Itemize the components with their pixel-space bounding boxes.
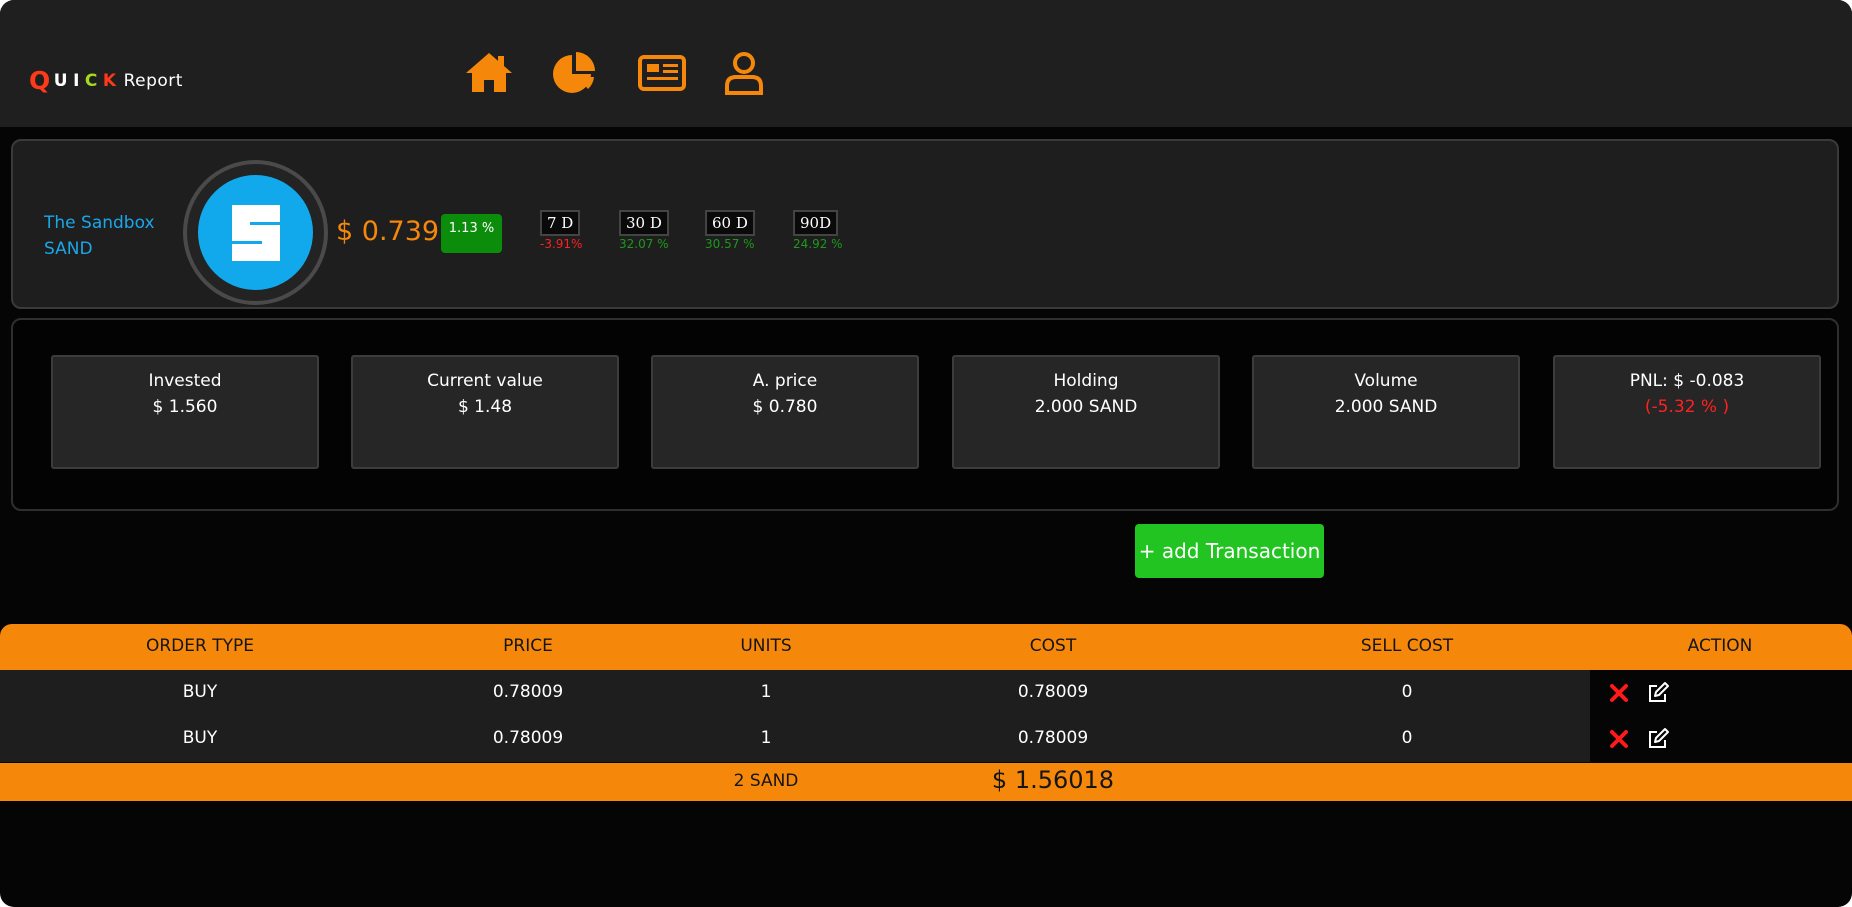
stat-holding: Holding 2.000 SAND: [952, 355, 1220, 469]
stat-label: PNL: $ -0.083: [1629, 371, 1745, 391]
period-90d[interactable]: 90D 24.92 %: [793, 210, 843, 251]
footer-total-units: 2 SAND: [733, 771, 799, 791]
top-navbar: Q U I C K Report: [0, 0, 1852, 127]
cell-price: 0.78009: [492, 728, 564, 748]
header-action: ACTION: [1687, 636, 1753, 656]
stat-label: Volume: [1354, 371, 1418, 391]
add-transaction-button[interactable]: + add Transaction: [1135, 524, 1324, 578]
quick-report-logo[interactable]: Q U I C K Report: [29, 66, 188, 95]
cell-cost: 0.78009: [1017, 728, 1089, 748]
cell-action: [1590, 716, 1852, 762]
stat-value: 2.000 SAND: [1034, 397, 1138, 417]
period-60d[interactable]: 60 D 30.57 %: [705, 210, 755, 251]
table-row: BUY 0.78009 1 0.78009 0: [0, 716, 1852, 762]
home-icon[interactable]: [464, 50, 514, 96]
logo-letter-u: U: [53, 71, 69, 91]
header-units: UNITS: [740, 636, 792, 656]
logo-letter-i: I: [73, 71, 80, 91]
stat-invested: Invested $ 1.560: [51, 355, 319, 469]
coin-price: $ 0.739: [336, 216, 440, 247]
cell-order-type: BUY: [182, 728, 218, 748]
period-change: 24.92 %: [793, 237, 843, 251]
stat-value: 2.000 SAND: [1334, 397, 1438, 417]
newspaper-icon[interactable]: [637, 50, 687, 96]
transactions-table-header: ORDER TYPE PRICE UNITS COST SELL COST AC…: [0, 624, 1852, 670]
table-row: BUY 0.78009 1 0.78009 0: [0, 670, 1852, 716]
cell-action: [1590, 670, 1852, 716]
delete-icon[interactable]: [1607, 727, 1631, 751]
period-change: 30.57 %: [705, 237, 755, 251]
cell-sell-cost: 0: [1401, 728, 1413, 748]
coin-symbol: SAND: [44, 239, 93, 259]
stat-label: Invested: [148, 371, 222, 391]
cell-units: 1: [760, 728, 772, 748]
cell-order-type: BUY: [182, 682, 218, 702]
stat-label: A. price: [752, 371, 818, 391]
cell-units: 1: [760, 682, 772, 702]
coin-summary-panel: The Sandbox SAND $ 0.739 1.13 % 7 D -3.9…: [11, 139, 1839, 309]
stat-value: (-5.32 % ): [1644, 397, 1730, 417]
stat-pnl: PNL: $ -0.083 (-5.32 % ): [1553, 355, 1821, 469]
edit-icon[interactable]: [1646, 681, 1670, 705]
period-label: 60 D: [705, 210, 755, 236]
cell-sell-cost: 0: [1401, 682, 1413, 702]
stat-label: Current value: [427, 371, 543, 391]
stat-value: $ 1.48: [457, 397, 513, 417]
stat-value: $ 1.560: [152, 397, 218, 417]
cell-price: 0.78009: [492, 682, 564, 702]
transactions-table-footer: 2 SAND $ 1.56018: [0, 763, 1852, 801]
delete-icon[interactable]: [1607, 681, 1631, 705]
period-change: -3.91%: [540, 237, 583, 251]
user-icon[interactable]: [719, 50, 769, 96]
cell-cost: 0.78009: [1017, 682, 1089, 702]
edit-icon[interactable]: [1646, 727, 1670, 751]
app-window: Q U I C K Report The Sandbox SAND $ 0.739: [0, 0, 1852, 907]
header-order-type: ORDER TYPE: [145, 636, 255, 656]
period-30d[interactable]: 30 D 32.07 %: [619, 210, 669, 251]
logo-letter-c: C: [84, 71, 98, 91]
portfolio-stats-panel: Invested $ 1.560 Current value $ 1.48 A.…: [11, 318, 1839, 511]
stat-volume: Volume 2.000 SAND: [1252, 355, 1520, 469]
logo-letter-k: K: [102, 71, 117, 91]
change-24h-badge: 1.13 %: [441, 214, 502, 253]
logo-word: Report: [123, 71, 183, 91]
header-cost: COST: [1029, 636, 1077, 656]
period-7d[interactable]: 7 D -3.91%: [540, 210, 582, 251]
stat-average-price: A. price $ 0.780: [651, 355, 919, 469]
period-change: 32.07 %: [619, 237, 669, 251]
coin-name-block: The Sandbox SAND: [44, 210, 155, 262]
header-price: PRICE: [503, 636, 553, 656]
logo-letter-q: Q: [29, 66, 51, 95]
pie-chart-icon[interactable]: [550, 50, 600, 96]
coin-name: The Sandbox: [44, 213, 155, 233]
footer-total-cost: $ 1.56018: [991, 766, 1115, 794]
period-label: 7 D: [540, 210, 581, 236]
period-label: 30 D: [619, 210, 669, 236]
coin-logo: [183, 160, 328, 305]
period-label: 90D: [793, 210, 839, 236]
sandbox-logo-icon: [198, 175, 313, 290]
header-sell-cost: SELL COST: [1360, 636, 1454, 656]
stat-label: Holding: [1053, 371, 1119, 391]
stat-current-value: Current value $ 1.48: [351, 355, 619, 469]
stat-value: $ 0.780: [752, 397, 818, 417]
